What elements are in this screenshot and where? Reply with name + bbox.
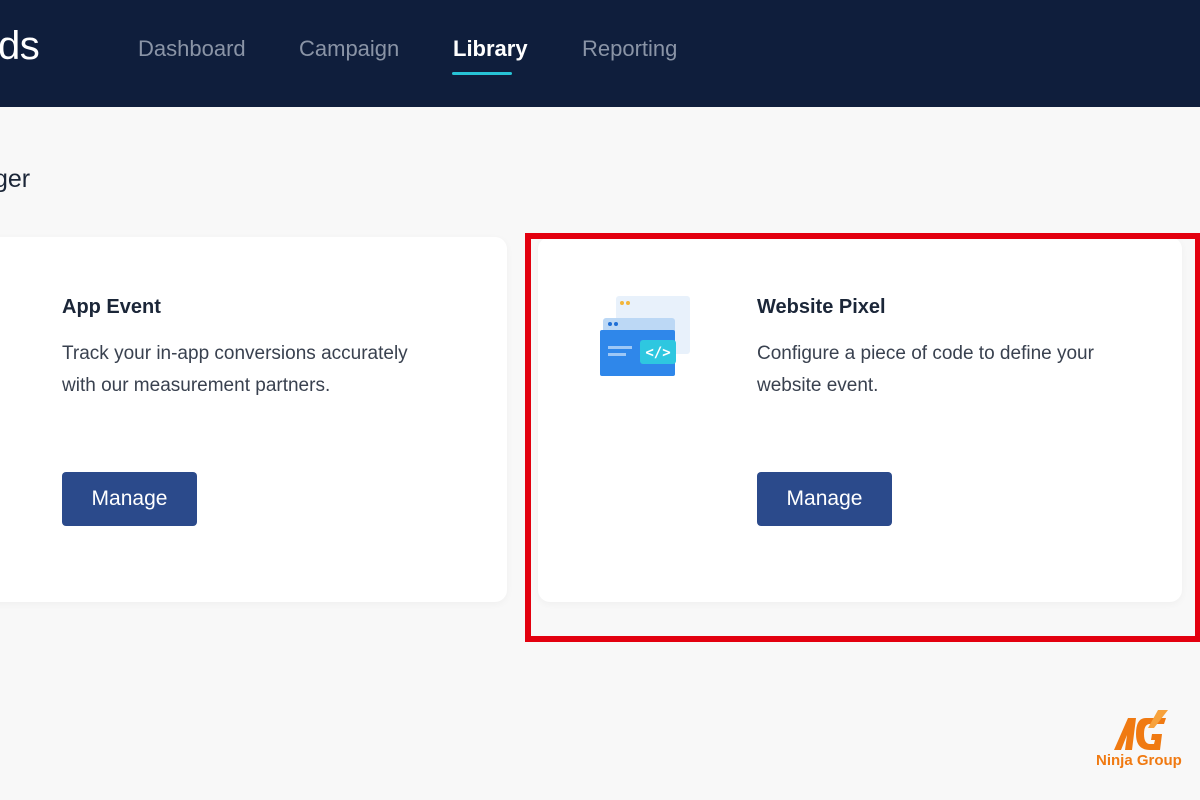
watermark-text: Ninja Group xyxy=(1096,752,1182,769)
tab-reporting[interactable]: Reporting xyxy=(582,36,677,62)
card-description: Track your in-app conversions accurately… xyxy=(62,343,408,396)
card-title: Website Pixel xyxy=(757,296,886,318)
tab-dashboard[interactable]: Dashboard xyxy=(138,36,246,62)
tab-library[interactable]: Library xyxy=(453,36,528,62)
top-navigation-bar: ds Dashboard Campaign Library Reporting xyxy=(0,0,1200,107)
app-event-manage-button[interactable]: Manage xyxy=(62,472,197,526)
brand-logo-text[interactable]: ds xyxy=(0,24,40,69)
tab-campaign[interactable]: Campaign xyxy=(299,36,399,62)
app-event-card: App Event Track your in-app conversions … xyxy=(0,237,507,602)
active-tab-indicator xyxy=(452,72,512,75)
card-title: App Event xyxy=(62,296,161,318)
website-pixel-card: Website Pixel Configure a piece of code … xyxy=(538,237,1182,602)
card-description: Configure a piece of code to define your… xyxy=(757,343,1094,396)
website-pixel-manage-button[interactable]: Manage xyxy=(757,472,892,526)
code-window-icon: </> xyxy=(600,296,690,376)
svg-text:</>: </> xyxy=(645,345,670,361)
page-title: ger xyxy=(0,165,31,193)
